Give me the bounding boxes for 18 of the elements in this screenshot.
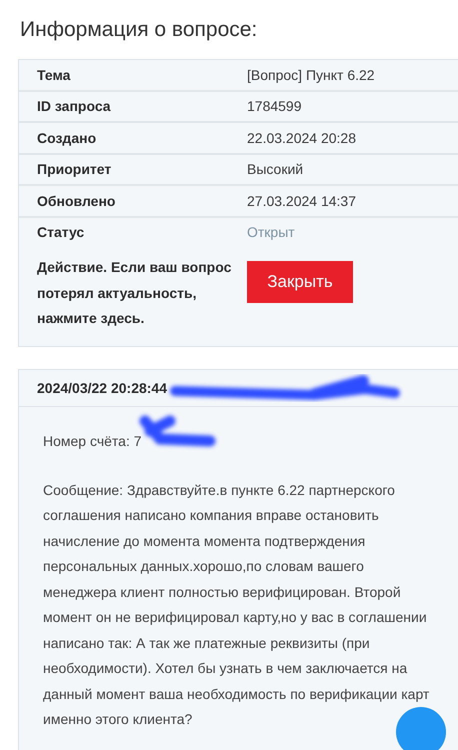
status-value: Открыт xyxy=(247,224,296,240)
page-title: Информация о вопросе: xyxy=(20,17,258,43)
field-value: 1784599 xyxy=(247,98,303,114)
field-label: Создано xyxy=(37,130,98,146)
field-value: 22.03.2024 20:28 xyxy=(247,130,357,146)
field-label: Приоритет xyxy=(37,161,112,178)
message-text: Сообщение: Здравствуйте.в пункте 6.22 партнерского соглашения написано компания вправе остановить начисление до момента момента подтверждения персональных данных.хорошо,по словам вашего менеджера клиент полностью верифицирован. Второй момент он не верифицировал карту,но у вас в соглашении написано так: А так же платежные реквизиты (при необходимости). Хотел бы узнать в чем заключается на данный момент ваша необходимость по верификации карт именно этого клиента? xyxy=(43,480,430,729)
field-label: Обновлено xyxy=(37,192,116,209)
field-value: 27.03.2024 14:37 xyxy=(247,192,357,209)
action-text: Действие. Если ваш вопрос потерял актуальность, нажмите здесь. xyxy=(37,258,232,328)
field-label: Тема xyxy=(37,66,72,83)
close-button[interactable]: Закрыть xyxy=(247,261,353,303)
field-label: Статус xyxy=(37,224,86,240)
account-number: Номер счёта: 7 xyxy=(43,432,142,448)
field-value: [Вопрос] Пункт 6.22 xyxy=(247,66,376,83)
field-label: ID запроса xyxy=(37,98,112,114)
field-value: Высокий xyxy=(247,161,304,178)
message-header: 2024/03/22 20:28:44 xyxy=(37,380,167,396)
